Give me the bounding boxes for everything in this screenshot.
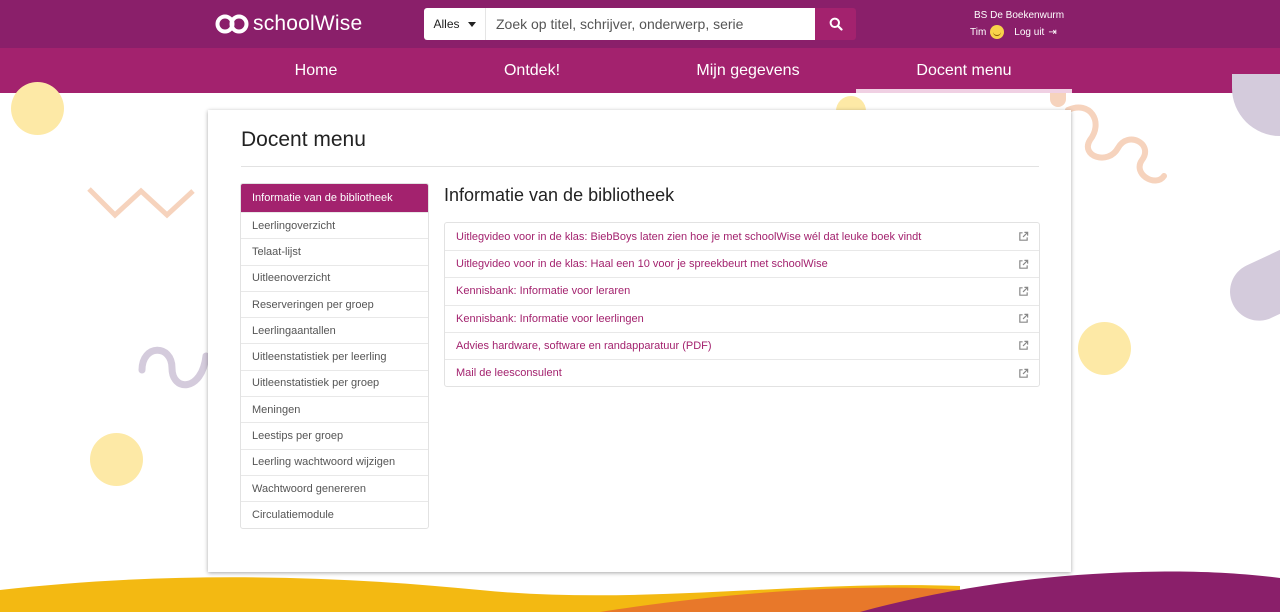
brand-name: schoolWise	[253, 12, 363, 35]
list-item-link[interactable]: Kennisbank: Informatie voor leerlingen	[445, 304, 1039, 332]
list-item-link[interactable]: Advies hardware, software en randapparat…	[445, 331, 1039, 359]
deco-halfcircle-lavender	[1232, 74, 1280, 136]
link-label[interactable]: Kennisbank: Informatie voor leerlingen	[456, 313, 644, 325]
caret-down-icon	[467, 21, 476, 27]
side-item-wachtwoord-genereren[interactable]: Wachtwoord genereren	[241, 474, 428, 501]
side-item-circulatiemodule[interactable]: Circulatiemodule	[241, 501, 428, 527]
nav-item-home[interactable]: Home	[208, 48, 424, 93]
external-link-icon	[1019, 231, 1029, 241]
section-title: Informatie van de bibliotheek	[444, 185, 675, 205]
info-link-list: Uitlegvideo voor in de klas: BiebBoys la…	[444, 222, 1040, 388]
search-scope-select[interactable]: Alles	[424, 8, 486, 40]
external-link-icon	[1019, 368, 1029, 378]
nav-item-mijn-gegevens[interactable]: Mijn gegevens	[640, 48, 856, 93]
side-item-uitleenoverzicht[interactable]: Uitleenoverzicht	[241, 264, 428, 291]
infinity-logo-icon	[215, 14, 249, 34]
side-item-leestips-per-groep[interactable]: Leestips per groep	[241, 422, 428, 448]
smiley-icon[interactable]	[990, 25, 1005, 39]
side-item-informatie-bibliotheek[interactable]: Informatie van de bibliotheek	[241, 184, 428, 212]
list-item-link[interactable]: Uitlegvideo voor in de klas: BiebBoys la…	[445, 223, 1039, 250]
list-item-link[interactable]: Kennisbank: Informatie voor leraren	[445, 277, 1039, 304]
user-line: Tim Log uit ⇥	[970, 25, 1057, 39]
side-item-leerlingoverzicht[interactable]: Leerlingoverzicht	[241, 212, 428, 238]
external-link-icon	[1019, 313, 1029, 323]
side-item-uitleenstatistiek-per-leerling[interactable]: Uitleenstatistiek per leerling	[241, 343, 428, 369]
search-scope-label: Alles	[433, 17, 460, 31]
side-item-leerlingaantallen[interactable]: Leerlingaantallen	[241, 317, 428, 343]
title-divider	[241, 166, 1039, 167]
side-item-leerling-wachtwoord-wijzigen[interactable]: Leerling wachtwoord wijzigen	[241, 448, 428, 475]
nav-item-ontdek[interactable]: Ontdek!	[424, 48, 640, 93]
school-name: BS De Boekenwurm	[974, 10, 1065, 21]
deco-halfcircle-lavender	[1220, 243, 1280, 331]
deco-circle-yellow	[11, 82, 64, 135]
docent-side-menu: Informatie van de bibliotheek Leerlingov…	[240, 183, 429, 529]
sign-out-icon[interactable]: ⇥	[1048, 27, 1056, 38]
external-link-icon	[1019, 259, 1029, 269]
side-item-telaat-lijst[interactable]: Telaat-lijst	[241, 238, 428, 264]
search-button[interactable]	[815, 8, 856, 40]
list-item-link[interactable]: Uitlegvideo voor in de klas: Haal een 10…	[445, 250, 1039, 277]
deco-zigzag	[87, 187, 195, 219]
list-item-link[interactable]: Mail de leesconsulent	[445, 358, 1039, 386]
deco-circle-yellow	[90, 433, 143, 486]
link-label[interactable]: Uitlegvideo voor in de klas: Haal een 10…	[456, 258, 828, 270]
docent-menu-card: Docent menu Informatie van de bibliothee…	[208, 110, 1071, 572]
link-label[interactable]: Mail de leesconsulent	[456, 367, 562, 379]
nav-item-docent-menu[interactable]: Docent menu	[856, 48, 1072, 93]
top-header: schoolWise Alles BS De Boekenwurm Tim Lo…	[0, 0, 1280, 48]
search-bar: Alles	[424, 8, 856, 40]
page-title: Docent menu	[241, 128, 366, 151]
side-item-meningen[interactable]: Meningen	[241, 396, 428, 422]
external-link-icon	[1019, 341, 1029, 351]
external-link-icon	[1019, 286, 1029, 296]
side-item-reserveringen-per-groep[interactable]: Reserveringen per groep	[241, 290, 428, 317]
deco-squiggle-lavender	[138, 346, 210, 389]
link-label[interactable]: Kennisbank: Informatie voor leraren	[456, 285, 630, 297]
brand-logo[interactable]: schoolWise	[215, 11, 362, 37]
link-label[interactable]: Uitlegvideo voor in de klas: BiebBoys la…	[456, 231, 921, 243]
user-name[interactable]: Tim	[970, 27, 986, 38]
search-input[interactable]	[486, 8, 815, 40]
search-icon	[829, 17, 843, 31]
link-label[interactable]: Advies hardware, software en randapparat…	[456, 340, 712, 352]
side-item-uitleenstatistiek-per-groep[interactable]: Uitleenstatistiek per groep	[241, 369, 428, 396]
main-nav: Home Ontdek! Mijn gegevens Docent menu	[0, 48, 1280, 93]
logout-link[interactable]: Log uit	[1014, 27, 1044, 38]
deco-squiggle-peach	[1065, 104, 1167, 184]
deco-circle-yellow	[1078, 322, 1131, 375]
